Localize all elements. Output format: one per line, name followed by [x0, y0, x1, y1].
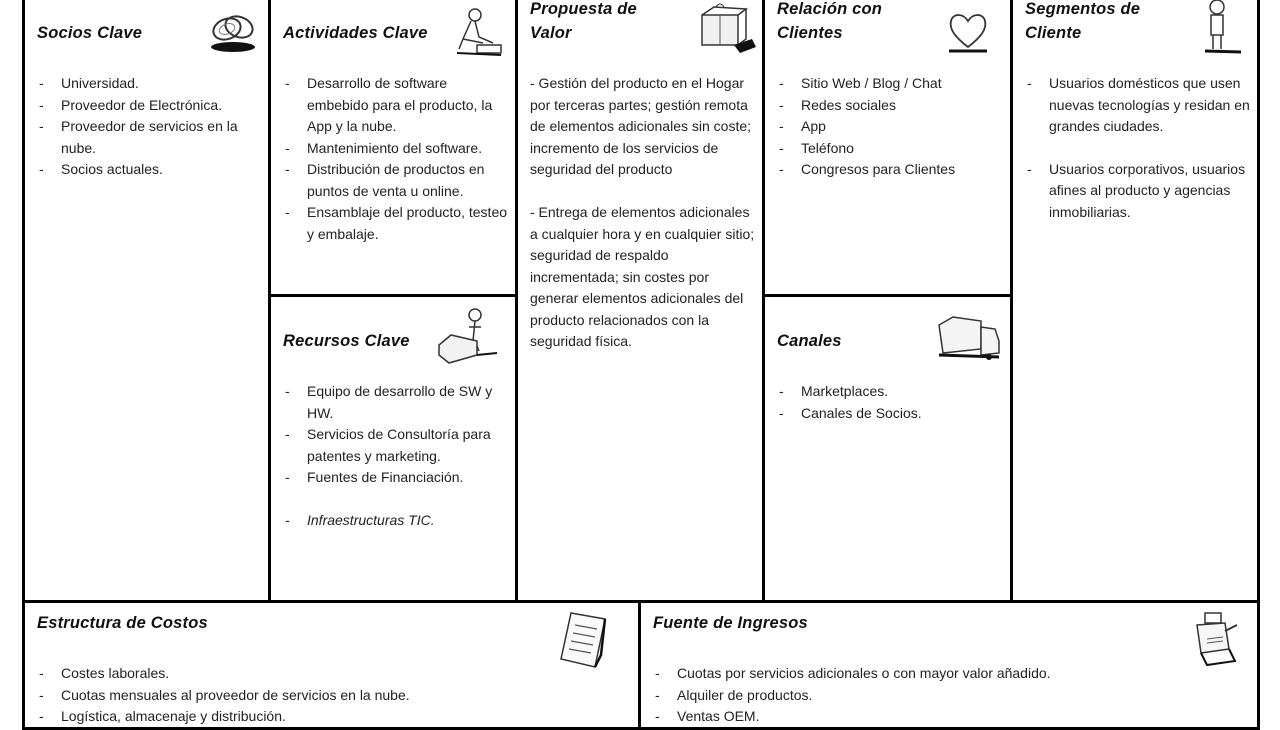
- customer-segments-block: Segmentos de Cliente Usuarios domésticos…: [1010, 0, 1260, 605]
- list-item: Ventas OEM.: [653, 706, 1193, 728]
- list-item: Usuarios domésticos que usen nuevas tecn…: [1025, 73, 1253, 138]
- value-proposition-text: - Gestión del producto en el Hogar por t…: [530, 73, 758, 374]
- value-proposition-block: Propuesta de Valor - Gestión del product…: [515, 0, 767, 605]
- value-proposition-paragraph: - Entrega de elementos adicionales a cua…: [530, 204, 755, 349]
- list-item: Alquiler de productos.: [653, 685, 1193, 707]
- customer-segments-list: Usuarios domésticos que usen nuevas tecn…: [1025, 73, 1253, 223]
- list-item: Redes sociales: [777, 95, 1005, 117]
- person-with-machine-icon: [438, 308, 498, 364]
- list-item: Proveedor de servicios en la nube.: [37, 116, 262, 159]
- revenue-streams-list: Cuotas por servicios adicionales o con m…: [653, 663, 1193, 728]
- list-item: Socios actuales.: [37, 159, 262, 181]
- list-item: Distribución de productos en puntos de v…: [283, 159, 511, 202]
- key-resources-list: Equipo de desarrollo de SW y HW. Servici…: [283, 381, 511, 531]
- list-item: Proveedor de Electrónica.: [37, 95, 262, 117]
- list-item: Teléfono: [777, 138, 1005, 160]
- key-partners-block: Socios Clave Universidad. Proveedor de E…: [22, 0, 273, 605]
- key-resources-block: Recursos Clave Equipo de desarrollo de S…: [268, 294, 519, 605]
- list-item: Costes laborales.: [37, 663, 557, 685]
- revenue-streams-block: Fuente de Ingresos Cuotas por servicios …: [638, 600, 1260, 730]
- key-activities-block: Actividades Clave Desarrollo de software…: [268, 0, 519, 298]
- list-item: Congresos para Clientes: [777, 159, 1005, 181]
- cost-structure-title: Estructura de Costos: [37, 614, 208, 632]
- list-item: Ensamblaje del producto, testeo y embala…: [283, 202, 511, 245]
- list-item: Infraestructuras TIC.: [283, 510, 511, 532]
- list-item: Logística, almacenaje y distribución.: [37, 706, 557, 728]
- standing-person-icon: [1204, 0, 1242, 54]
- key-partners-list: Universidad. Proveedor de Electrónica. P…: [37, 73, 262, 181]
- cost-structure-block: Estructura de Costos Costes laborales. C…: [22, 600, 642, 730]
- value-proposition-title: Propuesta de Valor: [530, 0, 637, 42]
- list-item: Usuarios corporativos, usuarios afines a…: [1025, 159, 1253, 224]
- list-item: Canales de Socios.: [777, 403, 1005, 425]
- list-item: Marketplaces.: [777, 381, 1005, 403]
- list-item: Servicios de Consultoría para patentes y…: [283, 424, 511, 467]
- list-item: Sitio Web / Blog / Chat: [777, 73, 1005, 95]
- list-item: Cuotas mensuales al proveedor de servici…: [37, 685, 557, 707]
- customer-segments-title: Segmentos de Cliente: [1025, 0, 1141, 42]
- key-partners-title: Socios Clave: [37, 24, 143, 42]
- list-item: Cuotas por servicios adicionales o con m…: [653, 663, 1193, 685]
- truck-icon: [938, 316, 1000, 360]
- list-item: Fuentes de Financiación.: [283, 467, 511, 489]
- channels-title: Canales: [777, 332, 842, 350]
- channels-list: Marketplaces. Canales de Socios.: [777, 381, 1005, 424]
- key-activities-title: Actividades Clave: [283, 24, 428, 42]
- worker-icon: [456, 8, 502, 56]
- key-activities-list: Desarrollo de software embebido para el …: [283, 73, 511, 245]
- cost-structure-list: Costes laborales. Cuotas mensuales al pr…: [37, 663, 557, 728]
- key-resources-title: Recursos Clave: [283, 332, 410, 350]
- value-proposition-paragraph: - Gestión del producto en el Hogar por t…: [530, 75, 752, 177]
- gift-box-icon: [701, 3, 756, 53]
- list-item: Mantenimiento del software.: [283, 138, 511, 160]
- receipt-icon: [560, 612, 607, 668]
- list-item: Universidad.: [37, 73, 262, 95]
- list-item: App: [777, 116, 1005, 138]
- list-item: Desarrollo de software embebido para el …: [283, 73, 511, 138]
- channels-block: Canales Marketplaces. Canales de Socios.: [762, 294, 1014, 605]
- revenue-streams-title: Fuente de Ingresos: [653, 614, 808, 632]
- chain-links-icon: [211, 15, 255, 52]
- list-item: Equipo de desarrollo de SW y HW.: [283, 381, 511, 424]
- customer-relationships-block: Relación con Clientes Sitio Web / Blog /…: [762, 0, 1014, 298]
- customer-relationships-list: Sitio Web / Blog / Chat Redes sociales A…: [777, 73, 1005, 181]
- cash-register-icon: [1196, 612, 1238, 667]
- heart-icon: [949, 14, 987, 53]
- customer-relationships-title: Relación con Clientes: [777, 0, 883, 42]
